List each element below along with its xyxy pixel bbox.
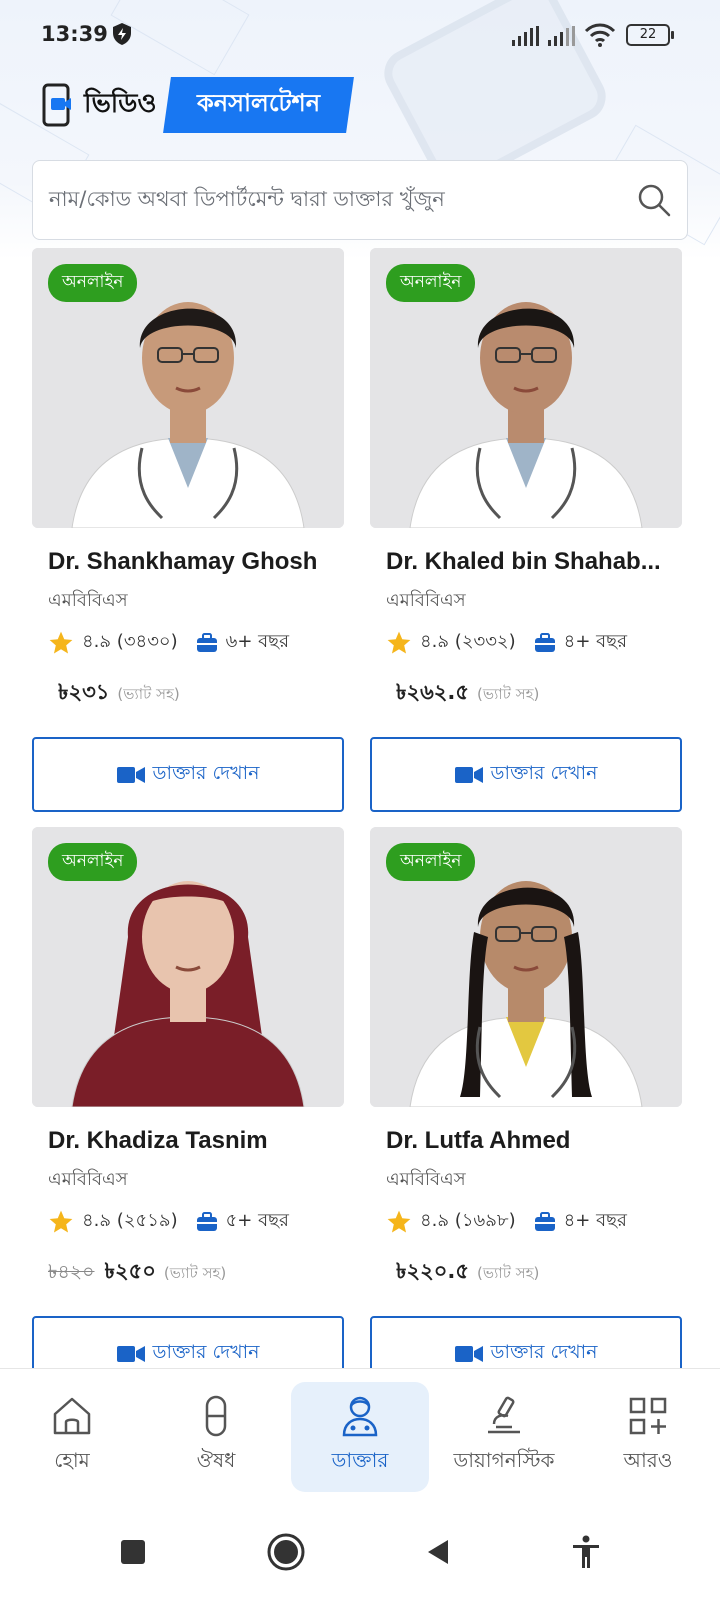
see-doctor-label: ডাক্তার দেখান — [490, 761, 598, 784]
see-doctor-label: ডাক্তার দেখান — [152, 1340, 260, 1363]
microscope-icon — [488, 1396, 520, 1434]
doctor-rating: ৪.৯ (২৫১৯) — [82, 1210, 178, 1231]
doctor-icon — [342, 1396, 378, 1437]
doctor-experience: ৫+ বছর — [225, 1210, 289, 1231]
pill-icon — [205, 1395, 227, 1437]
back-icon[interactable] — [424, 1538, 452, 1566]
star-icon — [49, 1210, 73, 1233]
status-time: 13:39 — [41, 22, 108, 46]
page-header: ভিডিও কনসালটেশন — [42, 77, 354, 133]
doctor-experience: ৬+ বছর — [225, 631, 289, 652]
video-camera-icon — [454, 1345, 483, 1362]
doctor-meta: ৪.৯ (১৬৯৮) ৪+ বছর — [386, 1206, 682, 1237]
price-current: ৳২৫০ — [104, 1259, 156, 1283]
doctor-rating: ৪.৯ (১৬৯৮) — [420, 1210, 516, 1231]
doctor-card[interactable]: অনলাইন Dr. Lutfa Ahmed এমবিবিএস ৪.৯ (১৬৯… — [370, 827, 682, 1391]
see-doctor-label: ডাক্তার দেখান — [490, 1340, 598, 1363]
nav-doctor[interactable]: ডাক্তার — [291, 1381, 429, 1492]
signal-icon-2 — [548, 26, 575, 46]
page-title-part1: ভিডিও — [84, 89, 157, 119]
video-camera-icon — [454, 766, 483, 783]
doctor-rating: ৪.৯ (৩৪৩০) — [82, 631, 178, 652]
search-input[interactable]: নাম/কোড অথবা ডিপার্টমেন্ট দ্বারা ডাক্তার… — [49, 183, 637, 218]
online-status-badge: অনলাইন — [386, 264, 476, 302]
see-doctor-button[interactable]: ডাক্তার দেখান — [370, 737, 682, 812]
nav-diagnostic-label: ডায়াগনস্টিক — [453, 1448, 555, 1472]
nav-more-label: আরও — [623, 1448, 673, 1472]
search-icon[interactable] — [637, 183, 671, 217]
briefcase-icon — [196, 632, 217, 652]
doctor-price: ৳৪২০ ৳২৫০ (ভ্যাট সহ) — [48, 1255, 344, 1290]
doctor-card[interactable]: অনলাইন Dr. Khadiza Tasnim এমবিবিএস ৪.৯ (… — [32, 827, 344, 1391]
signal-icon — [512, 26, 539, 46]
nav-home-label: হোম — [54, 1448, 90, 1472]
doctor-meta: ৪.৯ (২৩৩২) ৪+ বছর — [386, 627, 682, 658]
doctor-price: ৳২৩১ (ভ্যাট সহ) — [48, 676, 344, 711]
doctor-name[interactable]: Dr. Lutfa Ahmed — [386, 1127, 682, 1155]
video-camera-icon — [116, 766, 145, 783]
doctor-degree: এমবিবিএস — [48, 590, 128, 611]
briefcase-icon — [534, 632, 555, 652]
battery-indicator: 22 — [626, 24, 674, 46]
system-navigation-bar — [0, 1504, 720, 1600]
doctor-meta: ৪.৯ (৩৪৩০) ৬+ বছর — [48, 627, 344, 658]
nav-doctor-label: ডাক্তার — [331, 1448, 389, 1472]
briefcase-icon — [196, 1211, 217, 1231]
briefcase-icon — [534, 1211, 555, 1231]
doctor-photo: অনলাইন — [370, 248, 682, 528]
star-icon — [387, 631, 411, 654]
doctor-meta: ৪.৯ (২৫১৯) ৫+ বছর — [48, 1206, 344, 1237]
recent-apps-icon[interactable] — [119, 1538, 147, 1566]
online-status-badge: অনলাইন — [48, 264, 138, 302]
online-status-badge: অনলাইন — [48, 843, 138, 881]
see-doctor-label: ডাক্তার দেখান — [152, 761, 260, 784]
accessibility-icon[interactable] — [571, 1535, 601, 1569]
doctor-name[interactable]: Dr. Shankhamay Ghosh — [48, 548, 344, 576]
vat-note: (ভ্যাট সহ) — [117, 685, 180, 703]
wifi-icon — [584, 23, 616, 47]
home-circle-icon[interactable] — [266, 1532, 306, 1572]
video-camera-icon — [116, 1345, 145, 1362]
nav-diagnostic[interactable]: ডায়াগনস্টিক — [435, 1382, 573, 1492]
doctor-degree: এমবিবিএস — [386, 1169, 466, 1190]
doctor-name[interactable]: Dr. Khaled bin Shahab... — [386, 548, 682, 576]
price-current: ৳২৬২.৫ — [396, 680, 470, 704]
nav-medicine-label: ঔষধ — [196, 1448, 236, 1472]
doctor-name[interactable]: Dr. Khadiza Tasnim — [48, 1127, 344, 1155]
vat-note: (ভ্যাট সহ) — [477, 1264, 540, 1282]
doctor-experience: ৪+ বছর — [563, 631, 627, 652]
doctor-price: ৳২২০.৫ (ভ্যাট সহ) — [386, 1255, 682, 1290]
doctor-degree: এমবিবিএস — [386, 590, 466, 611]
nav-home[interactable]: হোম — [3, 1382, 141, 1492]
bottom-navigation: হোম ঔষধ ডাক্তার ডায়াগনস্টিক আরও — [0, 1368, 720, 1504]
video-consult-icon — [42, 83, 71, 127]
search-bar[interactable]: নাম/কোড অথবা ডিপার্টমেন্ট দ্বারা ডাক্তার… — [32, 160, 688, 240]
doctor-card[interactable]: অনলাইন Dr. Khaled bin Shahab... এমবিবিএস… — [370, 248, 682, 812]
nav-medicine[interactable]: ঔষধ — [147, 1382, 285, 1492]
doctor-photo: অনলাইন — [32, 827, 344, 1107]
vat-note: (ভ্যাট সহ) — [163, 1264, 227, 1282]
page-title-part2: কনসালটেশন — [162, 77, 354, 133]
vat-note: (ভ্যাট সহ) — [477, 685, 540, 703]
online-status-badge: অনলাইন — [386, 843, 476, 881]
doctor-price: ৳২৬২.৫ (ভ্যাট সহ) — [386, 676, 682, 711]
price-current: ৳২২০.৫ — [396, 1259, 470, 1283]
doctor-photo: অনলাইন — [32, 248, 344, 528]
price-current: ৳২৩১ — [58, 680, 110, 704]
star-icon — [49, 631, 73, 654]
doctor-degree: এমবিবিএস — [48, 1169, 128, 1190]
more-grid-icon — [629, 1397, 667, 1435]
home-icon — [53, 1397, 91, 1435]
doctor-experience: ৪+ বছর — [563, 1210, 627, 1231]
doctor-rating: ৪.৯ (২৩৩২) — [420, 631, 516, 652]
status-bar: 13:39 22 — [0, 0, 720, 70]
doctor-card[interactable]: অনলাইন Dr. Shankhamay Ghosh এমবিবিএস ৪.৯… — [32, 248, 344, 812]
shield-icon — [113, 23, 131, 45]
see-doctor-button[interactable]: ডাক্তার দেখান — [32, 737, 344, 812]
star-icon — [387, 1210, 411, 1233]
price-original: ৳৪২০ — [48, 1261, 95, 1283]
doctor-photo: অনলাইন — [370, 827, 682, 1107]
nav-more[interactable]: আরও — [579, 1382, 717, 1492]
